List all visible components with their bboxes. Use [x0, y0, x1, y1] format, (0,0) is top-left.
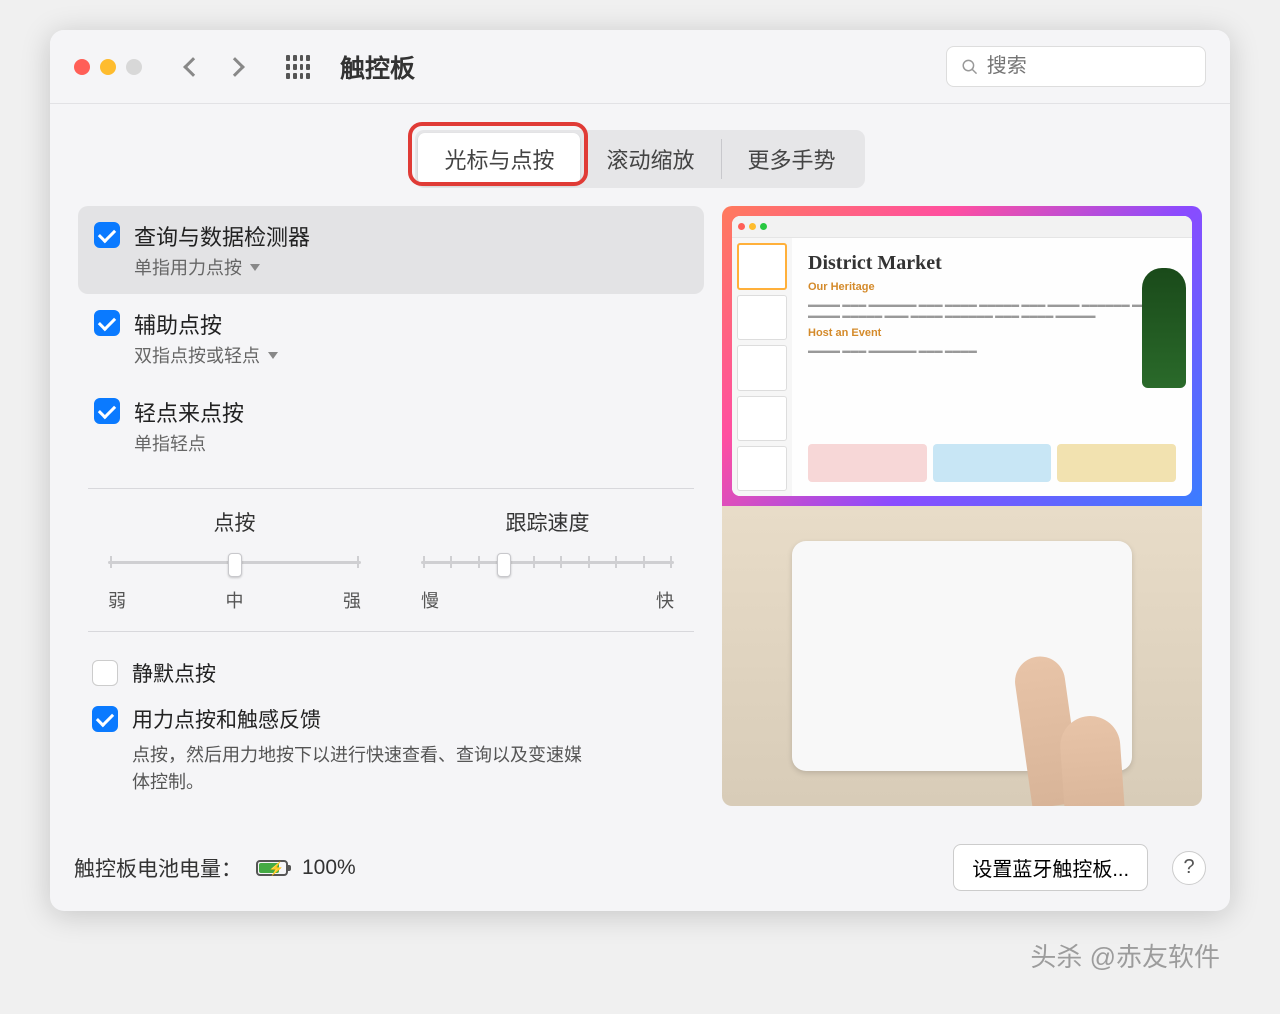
option-description: 点按，然后用力地按下以进行快速查看、查询以及变速媒体控制。	[132, 742, 592, 796]
option-secondary-click[interactable]: 辅助点按 双指点按或轻点	[78, 294, 704, 382]
battery-percent: 100%	[302, 856, 356, 880]
minimize-icon[interactable]	[100, 59, 116, 75]
option-silent-click[interactable]: 静默点按	[92, 650, 690, 696]
option-sub: 单指轻点	[134, 430, 244, 456]
checkbox-lookup[interactable]	[94, 222, 120, 248]
titlebar: 触控板	[50, 30, 1230, 104]
forward-icon[interactable]	[225, 57, 245, 77]
slider-click: 点按 弱 中 强	[108, 507, 361, 613]
divider	[88, 631, 694, 632]
checkbox-silent[interactable]	[92, 660, 118, 686]
option-title: 轻点来点按	[134, 396, 244, 428]
tab-bar: 光标与点按 滚动缩放 更多手势	[415, 130, 864, 188]
slider-tracking: 跟踪速度 慢 快	[421, 507, 674, 613]
option-sub[interactable]: 双指点按或轻点	[134, 342, 278, 368]
tab-point-click[interactable]: 光标与点按	[418, 133, 580, 185]
window-title: 触控板	[340, 49, 415, 85]
slider-thumb[interactable]	[497, 553, 511, 577]
search-icon	[961, 57, 979, 77]
tab-scroll-zoom[interactable]: 滚动缩放	[580, 133, 720, 185]
tab-more-gestures[interactable]: 更多手势	[722, 133, 862, 185]
back-icon[interactable]	[183, 57, 203, 77]
battery-label: 触控板电池电量：	[74, 853, 242, 883]
slider-thumb[interactable]	[228, 553, 242, 577]
chevron-down-icon	[250, 264, 260, 271]
show-all-icon[interactable]	[286, 55, 310, 79]
option-tap-to-click[interactable]: 轻点来点按 单指轻点	[78, 382, 704, 470]
nav-arrows	[186, 60, 242, 74]
preview-column: District Market Our Heritage ▬▬▬▬ ▬▬▬ ▬▬…	[722, 206, 1202, 806]
watermark: 头杀 @赤友软件	[1030, 937, 1220, 974]
option-title: 查询与数据检测器	[134, 220, 310, 252]
option-force-click[interactable]: 用力点按和触感反馈	[92, 696, 690, 742]
search-field[interactable]	[946, 46, 1206, 87]
zoom-icon[interactable]	[126, 59, 142, 75]
close-icon[interactable]	[74, 59, 90, 75]
help-button[interactable]: ?	[1172, 851, 1206, 885]
setup-bluetooth-button[interactable]: 设置蓝牙触控板...	[953, 844, 1148, 891]
checkbox-force[interactable]	[92, 706, 118, 732]
traffic-lights	[74, 59, 142, 75]
checkbox-secondary[interactable]	[94, 310, 120, 336]
content-area: 光标与点按 滚动缩放 更多手势 查询与数据检测器 单指用力点按	[50, 104, 1230, 826]
chevron-down-icon	[268, 352, 278, 359]
preferences-window: 触控板 光标与点按 滚动缩放 更多手势 查询与数据检测器	[50, 30, 1230, 911]
preview-doc-title: District Market	[808, 252, 1176, 275]
tracking-slider[interactable]	[421, 547, 674, 577]
option-title: 辅助点按	[134, 308, 278, 340]
option-sub[interactable]: 单指用力点按	[134, 254, 310, 280]
preview-desktop: District Market Our Heritage ▬▬▬▬ ▬▬▬ ▬▬…	[722, 206, 1202, 506]
search-input[interactable]	[987, 55, 1191, 78]
checkbox-tap[interactable]	[94, 398, 120, 424]
preview-trackpad	[722, 506, 1202, 806]
divider	[88, 488, 694, 489]
footer: 触控板电池电量： ⚡ 100% 设置蓝牙触控板... ?	[50, 826, 1230, 911]
hand-graphic	[992, 646, 1132, 806]
click-slider[interactable]	[108, 547, 361, 577]
options-column: 查询与数据检测器 单指用力点按 辅助点按 双指点按或轻点	[78, 206, 704, 806]
option-lookup[interactable]: 查询与数据检测器 单指用力点按	[78, 206, 704, 294]
battery-icon: ⚡	[256, 860, 288, 876]
